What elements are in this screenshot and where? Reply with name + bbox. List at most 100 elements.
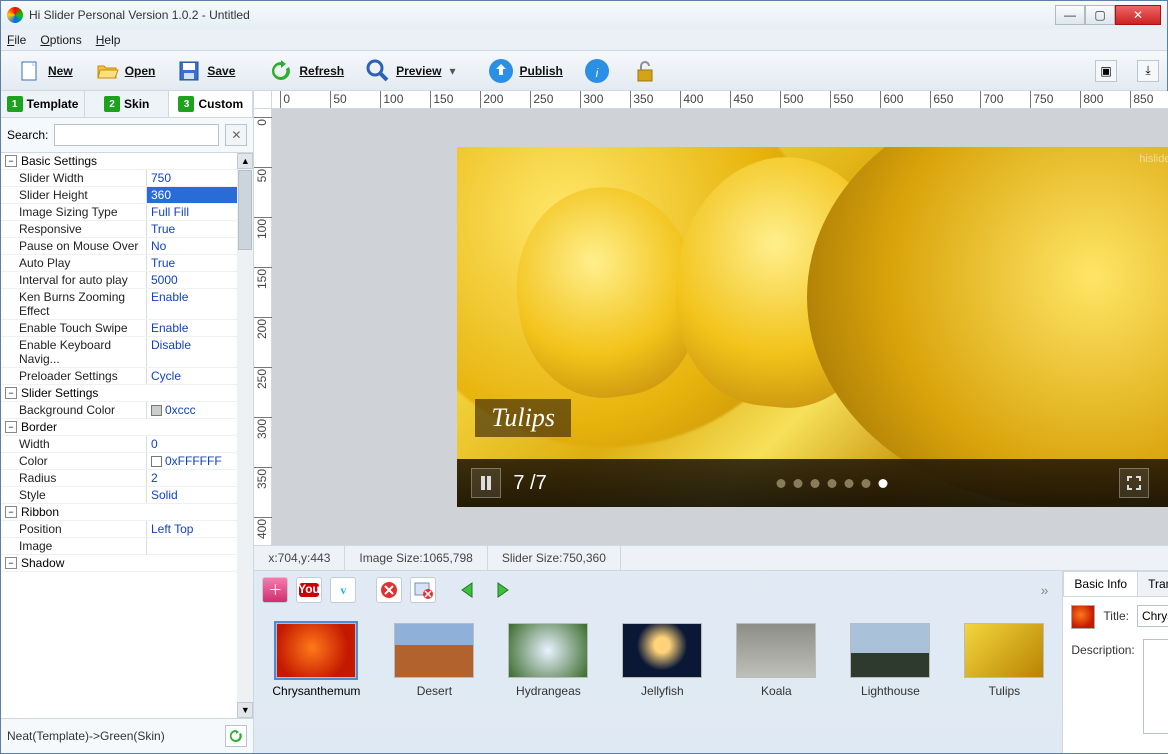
- menu-help[interactable]: Help: [96, 33, 121, 47]
- clear-search-button[interactable]: ✕: [225, 124, 247, 146]
- property-grid[interactable]: −Basic SettingsSlider Width750Slider Hei…: [1, 152, 253, 719]
- tab-template[interactable]: 1Template: [1, 91, 85, 117]
- pagination-dot[interactable]: [794, 479, 803, 488]
- minimize-button[interactable]: —: [1055, 5, 1085, 25]
- pagination-dot[interactable]: [777, 479, 786, 488]
- maximize-button[interactable]: ▢: [1085, 5, 1115, 25]
- app-window: Hi Slider Personal Version 1.0.2 - Untit…: [0, 0, 1168, 754]
- info-thumbnail-icon: [1071, 605, 1095, 629]
- fullscreen-button[interactable]: [1119, 468, 1149, 498]
- pagination-dot[interactable]: [862, 479, 871, 488]
- pg-section[interactable]: −Basic Settings: [1, 153, 237, 170]
- pg-section[interactable]: −Border: [1, 419, 237, 436]
- open-button[interactable]: Open: [86, 54, 163, 88]
- close-button[interactable]: ✕: [1115, 5, 1161, 25]
- delete-all-button[interactable]: [410, 577, 436, 603]
- title-input[interactable]: [1137, 605, 1168, 627]
- thumbnail-item[interactable]: Lighthouse: [850, 623, 930, 698]
- thumbnail-item[interactable]: Koala: [736, 623, 816, 698]
- pagination-dot[interactable]: [845, 479, 854, 488]
- pg-row[interactable]: Slider Height360: [1, 187, 237, 204]
- tab-custom[interactable]: 3Custom: [169, 91, 253, 117]
- thumbnail-item[interactable]: Tulips: [964, 623, 1044, 698]
- pagination-dot[interactable]: [811, 479, 820, 488]
- thumbnail-label: Jellyfish: [641, 684, 684, 698]
- pagination-dot[interactable]: [828, 479, 837, 488]
- menu-options[interactable]: Options: [40, 33, 81, 47]
- pg-row[interactable]: Image Sizing TypeFull Fill: [1, 204, 237, 221]
- magnifier-icon: [364, 57, 392, 85]
- pagination-dot[interactable]: [879, 479, 888, 488]
- scroll-thumb[interactable]: [238, 170, 252, 250]
- slider-preview[interactable]: hislider.com Tulips 7 /7: [457, 147, 1168, 507]
- svg-text:i: i: [595, 66, 598, 80]
- scroll-down-icon[interactable]: ▼: [237, 702, 253, 718]
- pg-row[interactable]: Enable Keyboard Navig...Disable: [1, 337, 237, 368]
- left-panel: 1Template 2Skin 3Custom Search: ✕ −Basic…: [1, 91, 254, 753]
- next-item-button[interactable]: [490, 577, 516, 603]
- thumbnail-item[interactable]: Desert: [394, 623, 474, 698]
- pg-row[interactable]: Radius2: [1, 470, 237, 487]
- thumbnail-item[interactable]: Jellyfish: [622, 623, 702, 698]
- collapse-up-button[interactable]: [1163, 468, 1168, 498]
- thumbnail-label: Tulips: [989, 684, 1021, 698]
- info-panel: Basic Info Transition Effect Action Info…: [1062, 571, 1168, 753]
- add-image-button[interactable]: ＋: [262, 577, 288, 603]
- pg-row[interactable]: Preloader SettingsCycle: [1, 368, 237, 385]
- pg-row[interactable]: Width0: [1, 436, 237, 453]
- refresh-mini-button[interactable]: [225, 725, 247, 747]
- pg-section[interactable]: −Ribbon: [1, 504, 237, 521]
- design-canvas[interactable]: hislider.com Tulips 7 /7: [272, 109, 1168, 545]
- scrollbar[interactable]: ▲ ▼: [237, 153, 253, 718]
- tab-skin[interactable]: 2Skin: [85, 91, 169, 117]
- menu-file[interactable]: File: [7, 33, 26, 47]
- thumbnail-item[interactable]: Hydrangeas: [508, 623, 588, 698]
- refresh-button[interactable]: Refresh: [260, 54, 351, 88]
- pagination-dots[interactable]: [777, 479, 888, 488]
- delete-item-button[interactable]: [376, 577, 402, 603]
- search-input[interactable]: [54, 124, 219, 146]
- add-vimeo-button[interactable]: v: [330, 577, 356, 603]
- pg-section[interactable]: −Shadow: [1, 555, 237, 572]
- tab-basic-info[interactable]: Basic Info: [1063, 571, 1138, 596]
- expand-thumb-toolbar-icon[interactable]: »: [1041, 582, 1055, 598]
- pg-row[interactable]: Pause on Mouse OverNo: [1, 238, 237, 255]
- info-button[interactable]: i: [576, 54, 618, 88]
- expand-panel-button[interactable]: ⤓: [1137, 60, 1159, 82]
- pg-row[interactable]: Image: [1, 538, 237, 555]
- lock-button[interactable]: [624, 54, 666, 88]
- pg-section[interactable]: −Slider Settings: [1, 385, 237, 402]
- publish-button[interactable]: Publish: [480, 54, 569, 88]
- add-youtube-button[interactable]: You: [296, 577, 322, 603]
- pg-row[interactable]: Background Color0xccc: [1, 402, 237, 419]
- preview-button[interactable]: Preview ▾: [357, 54, 462, 88]
- pg-row[interactable]: StyleSolid: [1, 487, 237, 504]
- pg-row[interactable]: ResponsiveTrue: [1, 221, 237, 238]
- collapse-panel-button[interactable]: ▣: [1095, 60, 1117, 82]
- pg-row[interactable]: Slider Width750: [1, 170, 237, 187]
- pg-row[interactable]: Color0xFFFFFF: [1, 453, 237, 470]
- watermark-text: hislider.com: [1139, 153, 1168, 165]
- pg-row[interactable]: PositionLeft Top: [1, 521, 237, 538]
- pg-row[interactable]: Enable Touch SwipeEnable: [1, 320, 237, 337]
- pg-row[interactable]: Auto PlayTrue: [1, 255, 237, 272]
- upload-icon: [487, 57, 515, 85]
- pg-row[interactable]: Interval for auto play5000: [1, 272, 237, 289]
- description-label: Description:: [1071, 639, 1134, 657]
- thumbnail-item[interactable]: Chrysanthemum: [272, 623, 360, 698]
- description-textarea[interactable]: [1143, 639, 1168, 734]
- thumbnail-image: [964, 623, 1044, 678]
- dropdown-caret-icon: ▾: [449, 64, 455, 78]
- scroll-up-icon[interactable]: ▲: [237, 153, 253, 169]
- new-button[interactable]: New: [9, 54, 80, 88]
- save-floppy-icon: [175, 57, 203, 85]
- save-button[interactable]: Save: [168, 54, 242, 88]
- tab-transition-effect[interactable]: Transition Effect: [1137, 571, 1168, 596]
- vertical-ruler: 050100150200250300350400: [254, 109, 272, 545]
- thumbnail-label: Chrysanthemum: [272, 684, 360, 698]
- prev-item-button[interactable]: [456, 577, 482, 603]
- pg-row[interactable]: Ken Burns Zooming EffectEnable: [1, 289, 237, 320]
- window-title: Hi Slider Personal Version 1.0.2 - Untit…: [29, 8, 250, 22]
- lock-open-icon: [631, 57, 659, 85]
- pause-button[interactable]: [471, 468, 501, 498]
